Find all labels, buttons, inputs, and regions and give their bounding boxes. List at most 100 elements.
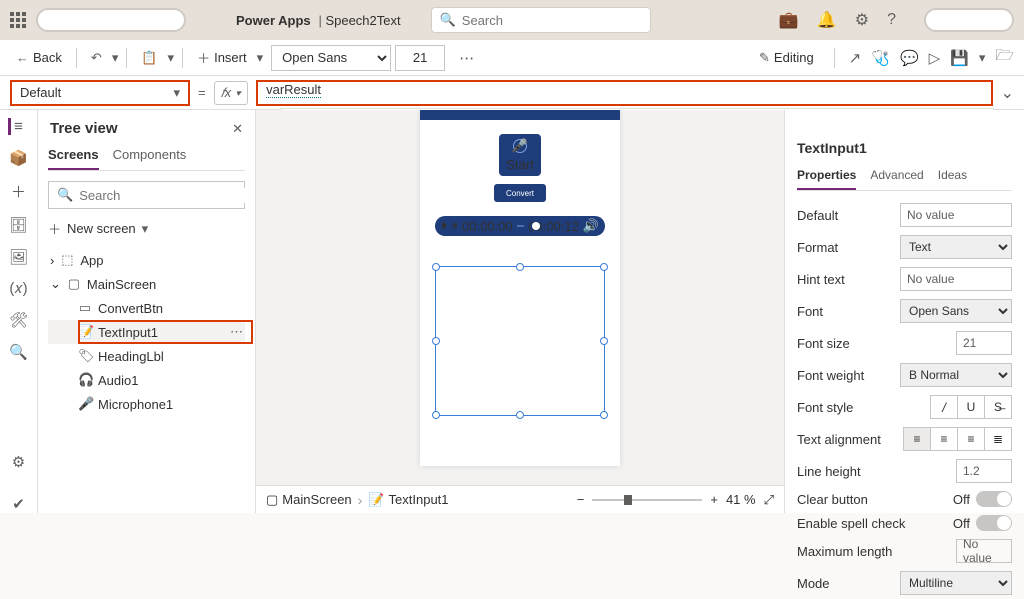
phone-preview: 🎤 Start Convert ⏵⏸ 00:00:00 00:00:12 🔊	[420, 110, 620, 466]
font-size-input[interactable]	[395, 45, 445, 71]
formula-bar: Default▾ = 𝑓x ▾ varResult ⌄	[0, 76, 1024, 110]
notifications-icon[interactable]: 🔔	[817, 10, 837, 30]
prop-lineheight[interactable]: 1.2	[956, 459, 1012, 483]
formula-expand-icon[interactable]: ⌄	[1001, 83, 1014, 103]
prop-format[interactable]: Text	[900, 235, 1012, 259]
fx-button[interactable]: 𝑓x ▾	[214, 81, 249, 105]
align-left-icon[interactable]: ≡	[903, 427, 931, 451]
fullscreen-icon[interactable]: ⤢	[764, 492, 774, 508]
tree-node-more-icon[interactable]: ⋯	[230, 324, 243, 340]
rail-treeview-icon[interactable]: ≡	[8, 118, 23, 135]
tree-node-app[interactable]: ›⬚App	[48, 248, 245, 272]
search-icon: 🔍	[57, 187, 73, 203]
prop-clear-toggle[interactable]	[976, 491, 1012, 507]
formula-input[interactable]: varResult	[256, 80, 992, 106]
ptab-ideas[interactable]: Ideas	[938, 164, 967, 190]
rail-settings-icon[interactable]: ⚙	[12, 453, 25, 471]
environment-icon[interactable]: 💼	[779, 10, 799, 30]
audio-control[interactable]: ⏵⏸ 00:00:00 00:00:12 🔊	[435, 216, 605, 236]
underline-button[interactable]: U	[957, 395, 985, 419]
align-center-icon[interactable]: ≡	[930, 427, 958, 451]
prop-font[interactable]: Open Sans	[900, 299, 1012, 323]
rail-tests-icon[interactable]: ✔	[12, 495, 25, 513]
prop-textalign[interactable]: ≡ ≡ ≡ ≣	[904, 427, 1012, 451]
prop-fontsize[interactable]: 21	[956, 331, 1012, 355]
tree-node-microphone1[interactable]: 🎤Microphone1	[48, 392, 245, 416]
prop-default[interactable]: No value	[900, 203, 1012, 227]
top-icons: 💼 🔔 ⚙ ?	[779, 8, 1014, 32]
tab-components[interactable]: Components	[113, 143, 187, 170]
tree-node-audio1[interactable]: 🎧Audio1	[48, 368, 245, 392]
align-right-icon[interactable]: ≡	[957, 427, 985, 451]
rail-search-icon[interactable]: 🔍	[9, 343, 28, 361]
left-rail: ≡ 📦 ＋ 🗄 🖼 (𝑥) 🛠 🔍 ⚙ ✔	[0, 110, 38, 513]
prop-hint[interactable]: No value	[900, 267, 1012, 291]
align-justify-icon[interactable]: ≣	[984, 427, 1012, 451]
settings-icon[interactable]: ⚙	[855, 10, 869, 30]
zoom-out-icon[interactable]: −	[577, 492, 585, 507]
equals-sign: =	[198, 85, 206, 100]
close-icon[interactable]: ✕	[232, 121, 243, 137]
app-title: Power Apps | Speech2Text	[236, 12, 401, 29]
convert-button[interactable]: Convert	[494, 184, 546, 202]
tree-node-convertbtn[interactable]: ▭ConvertBtn	[48, 296, 245, 320]
preview-icon[interactable]: ▷	[929, 49, 941, 67]
zoom-value: 41 %	[726, 492, 756, 507]
rail-media-icon[interactable]: 🖼	[9, 248, 28, 266]
paste-button[interactable]: 📋	[135, 46, 163, 70]
property-select[interactable]: Default▾	[10, 80, 190, 106]
prop-fontweight[interactable]: B Normal	[900, 363, 1012, 387]
account-avatar[interactable]	[924, 8, 1014, 32]
ptab-properties[interactable]: Properties	[797, 164, 856, 190]
rail-add-icon[interactable]: ＋	[11, 181, 26, 202]
tree-node-headinglbl[interactable]: 🏷HeadingLbl	[48, 344, 245, 368]
help-icon[interactable]: ?	[887, 11, 896, 29]
publish-icon[interactable]: 🗁	[995, 45, 1014, 70]
rail-insert-icon[interactable]: 📦	[9, 149, 28, 167]
tree-title: Tree view	[50, 120, 118, 137]
bc-screen[interactable]: ▢MainScreen	[266, 492, 352, 508]
tree-search[interactable]: 🔍	[48, 181, 245, 209]
new-screen-button[interactable]: ＋ New screen ▾	[48, 219, 245, 238]
prop-title: TextInput1	[797, 140, 1012, 156]
undo-button[interactable]: ↶	[85, 46, 108, 70]
textinput-selection[interactable]	[435, 266, 605, 416]
prop-maxlen[interactable]: No value	[956, 539, 1012, 563]
zoom-slider[interactable]	[592, 499, 702, 501]
share-icon[interactable]: ↗	[849, 49, 862, 67]
overflow-icon[interactable]: ⋯	[459, 49, 474, 67]
tree-search-input[interactable]	[79, 188, 255, 203]
canvas-breadcrumb: ▢MainScreen › 📝TextInput1 − + 41 % ⤢	[256, 485, 784, 513]
italic-button[interactable]: /	[930, 395, 958, 419]
zoom-in-icon[interactable]: +	[710, 492, 718, 507]
editing-mode[interactable]: ✎ Editing	[753, 46, 820, 70]
global-search[interactable]: 🔍	[431, 7, 651, 33]
global-search-input[interactable]	[462, 13, 642, 28]
tab-screens[interactable]: Screens	[48, 143, 99, 170]
prop-spell-toggle[interactable]	[976, 515, 1012, 531]
strike-button[interactable]: S̶	[984, 395, 1012, 419]
rail-advanced-icon[interactable]: 🛠	[9, 311, 28, 329]
tree: ›⬚App ⌄▢MainScreen ▭ConvertBtn 📝TextInpu…	[48, 248, 245, 416]
rail-variables-icon[interactable]: (𝑥)	[9, 280, 27, 297]
mic-control[interactable]: 🎤 Start	[499, 134, 541, 176]
env-selector[interactable]	[36, 8, 186, 32]
app-launcher-icon[interactable]	[10, 12, 26, 28]
prop-mode[interactable]: Multiline	[900, 571, 1012, 595]
checker-icon[interactable]: 🩺	[871, 49, 890, 67]
ptab-advanced[interactable]: Advanced	[870, 164, 923, 190]
back-button[interactable]: ← Back	[10, 46, 68, 69]
rail-data-icon[interactable]: 🗄	[9, 216, 28, 234]
comments-icon[interactable]: 💬	[900, 49, 919, 67]
main-area: ≡ 📦 ＋ 🗄 🖼 (𝑥) 🛠 🔍 ⚙ ✔ Tree view ✕ Screen…	[0, 110, 1024, 513]
save-icon[interactable]: 💾	[950, 49, 969, 67]
prop-fontstyle[interactable]: / U S̶	[931, 395, 1012, 419]
tree-node-textinput1[interactable]: 📝TextInput1 ⋯	[48, 320, 245, 344]
tree-node-screen[interactable]: ⌄▢MainScreen	[48, 272, 245, 296]
bc-control[interactable]: 📝TextInput1	[368, 492, 448, 508]
tree-panel: Tree view ✕ Screens Components 🔍 ＋ New s…	[38, 110, 256, 513]
properties-panel: TextInput1 Properties Advanced Ideas Def…	[784, 110, 1024, 513]
font-family-select[interactable]: Open Sans	[271, 45, 391, 71]
canvas[interactable]: 🎤 Start Convert ⏵⏸ 00:00:00 00:00:12 🔊 ▢…	[256, 110, 784, 513]
insert-button[interactable]: ＋ Insert	[191, 44, 253, 71]
